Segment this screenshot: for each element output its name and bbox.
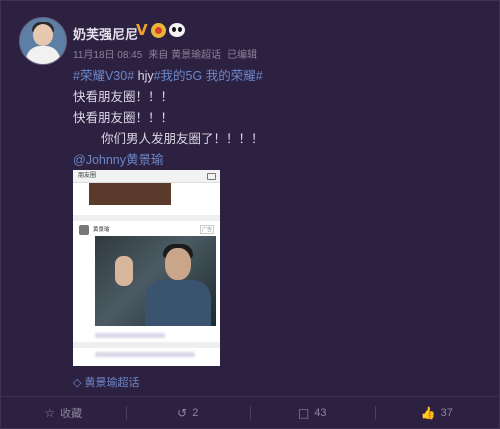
repost-count: 2 <box>192 407 199 419</box>
comment-button[interactable]: □ 43 <box>250 397 375 429</box>
edited-label[interactable]: 已编辑 <box>227 46 257 61</box>
post-timestamp[interactable]: 11月18日 08:45 <box>73 46 142 61</box>
weibo-post-card: 奶芙强尼尼 V 11月18日 08:45 来自 黄景瑜超话 已编辑 #荣耀V30… <box>0 0 500 429</box>
comment-count: 43 <box>314 407 327 419</box>
screenshot-divider <box>73 215 220 221</box>
screenshot-bar: 朋友圈 <box>73 170 220 183</box>
hashtag-honor-v30[interactable]: #荣耀V30# <box>73 69 134 83</box>
post-action-bar: ☆ 收藏 ↺ 2 □ 43 👍 37 <box>1 396 499 429</box>
topic-link-label: 黄景瑜超话 <box>84 377 140 389</box>
collect-button[interactable]: ☆ 收藏 <box>1 397 126 429</box>
screenshot-ad-label: 广告 <box>199 225 214 234</box>
content-line-1: #荣耀V30# hjy#我的5G 我的荣耀# <box>73 66 483 87</box>
comment-icon: □ <box>297 406 310 420</box>
hashtag-my-5g[interactable]: #我的5G 我的荣耀# <box>154 69 263 83</box>
author-avatar[interactable] <box>19 17 67 65</box>
panda-icon[interactable] <box>168 23 185 37</box>
screenshot-avatar <box>79 225 89 235</box>
like-count: 37 <box>440 407 453 419</box>
content-line-2: 快看朋友圈！！！ <box>73 90 174 104</box>
attached-screenshot[interactable]: 朋友圈 黄景瑜 广告 <box>73 170 220 366</box>
star-icon: ☆ <box>44 406 56 420</box>
level-badge-icon[interactable] <box>150 22 166 38</box>
content-line-3: 快看朋友圈！！！ <box>73 111 174 125</box>
post-content: #荣耀V30# hjy#我的5G 我的荣耀# 快看朋友圈！！！ 快看朋友圈！！！… <box>73 66 483 171</box>
avatar-face <box>33 24 53 46</box>
ad-person-body <box>145 280 211 326</box>
camera-icon <box>207 173 216 180</box>
repost-icon: ↺ <box>177 406 188 420</box>
author-badges: V <box>136 21 185 39</box>
verified-v-icon[interactable]: V <box>136 21 148 39</box>
screenshot-title: 朋友圈 <box>78 173 97 179</box>
blurred-text <box>95 352 195 357</box>
screenshot-ad-image <box>95 236 216 326</box>
mention-link[interactable]: @Johnny黄景瑜 <box>73 150 483 171</box>
blurred-text <box>95 333 165 338</box>
screenshot-photo <box>89 183 171 205</box>
topic-link-icon: ◇ <box>73 375 82 389</box>
post-source[interactable]: 来自 黄景瑜超话 <box>148 46 221 61</box>
content-line-4: 你们男人发朋友圈了！！！！ <box>101 132 264 146</box>
screenshot-divider-2 <box>73 342 220 348</box>
screenshot-poster-name: 黄景瑜 <box>93 227 110 233</box>
ad-person-hand <box>115 256 133 286</box>
collect-label: 收藏 <box>60 408 83 420</box>
thumbs-up-icon: 👍 <box>420 406 436 420</box>
like-button[interactable]: 👍 37 <box>374 397 500 429</box>
author-name[interactable]: 奶芙强尼尼 <box>73 24 138 43</box>
repost-button[interactable]: ↺ 2 <box>125 397 251 429</box>
topic-link[interactable]: ◇ 黄景瑜超话 <box>73 374 139 390</box>
avatar-body <box>26 46 60 64</box>
content-text: hjy <box>134 69 154 83</box>
post-meta: 11月18日 08:45 来自 黄景瑜超话 已编辑 <box>73 46 257 61</box>
ad-person-face <box>165 248 191 280</box>
